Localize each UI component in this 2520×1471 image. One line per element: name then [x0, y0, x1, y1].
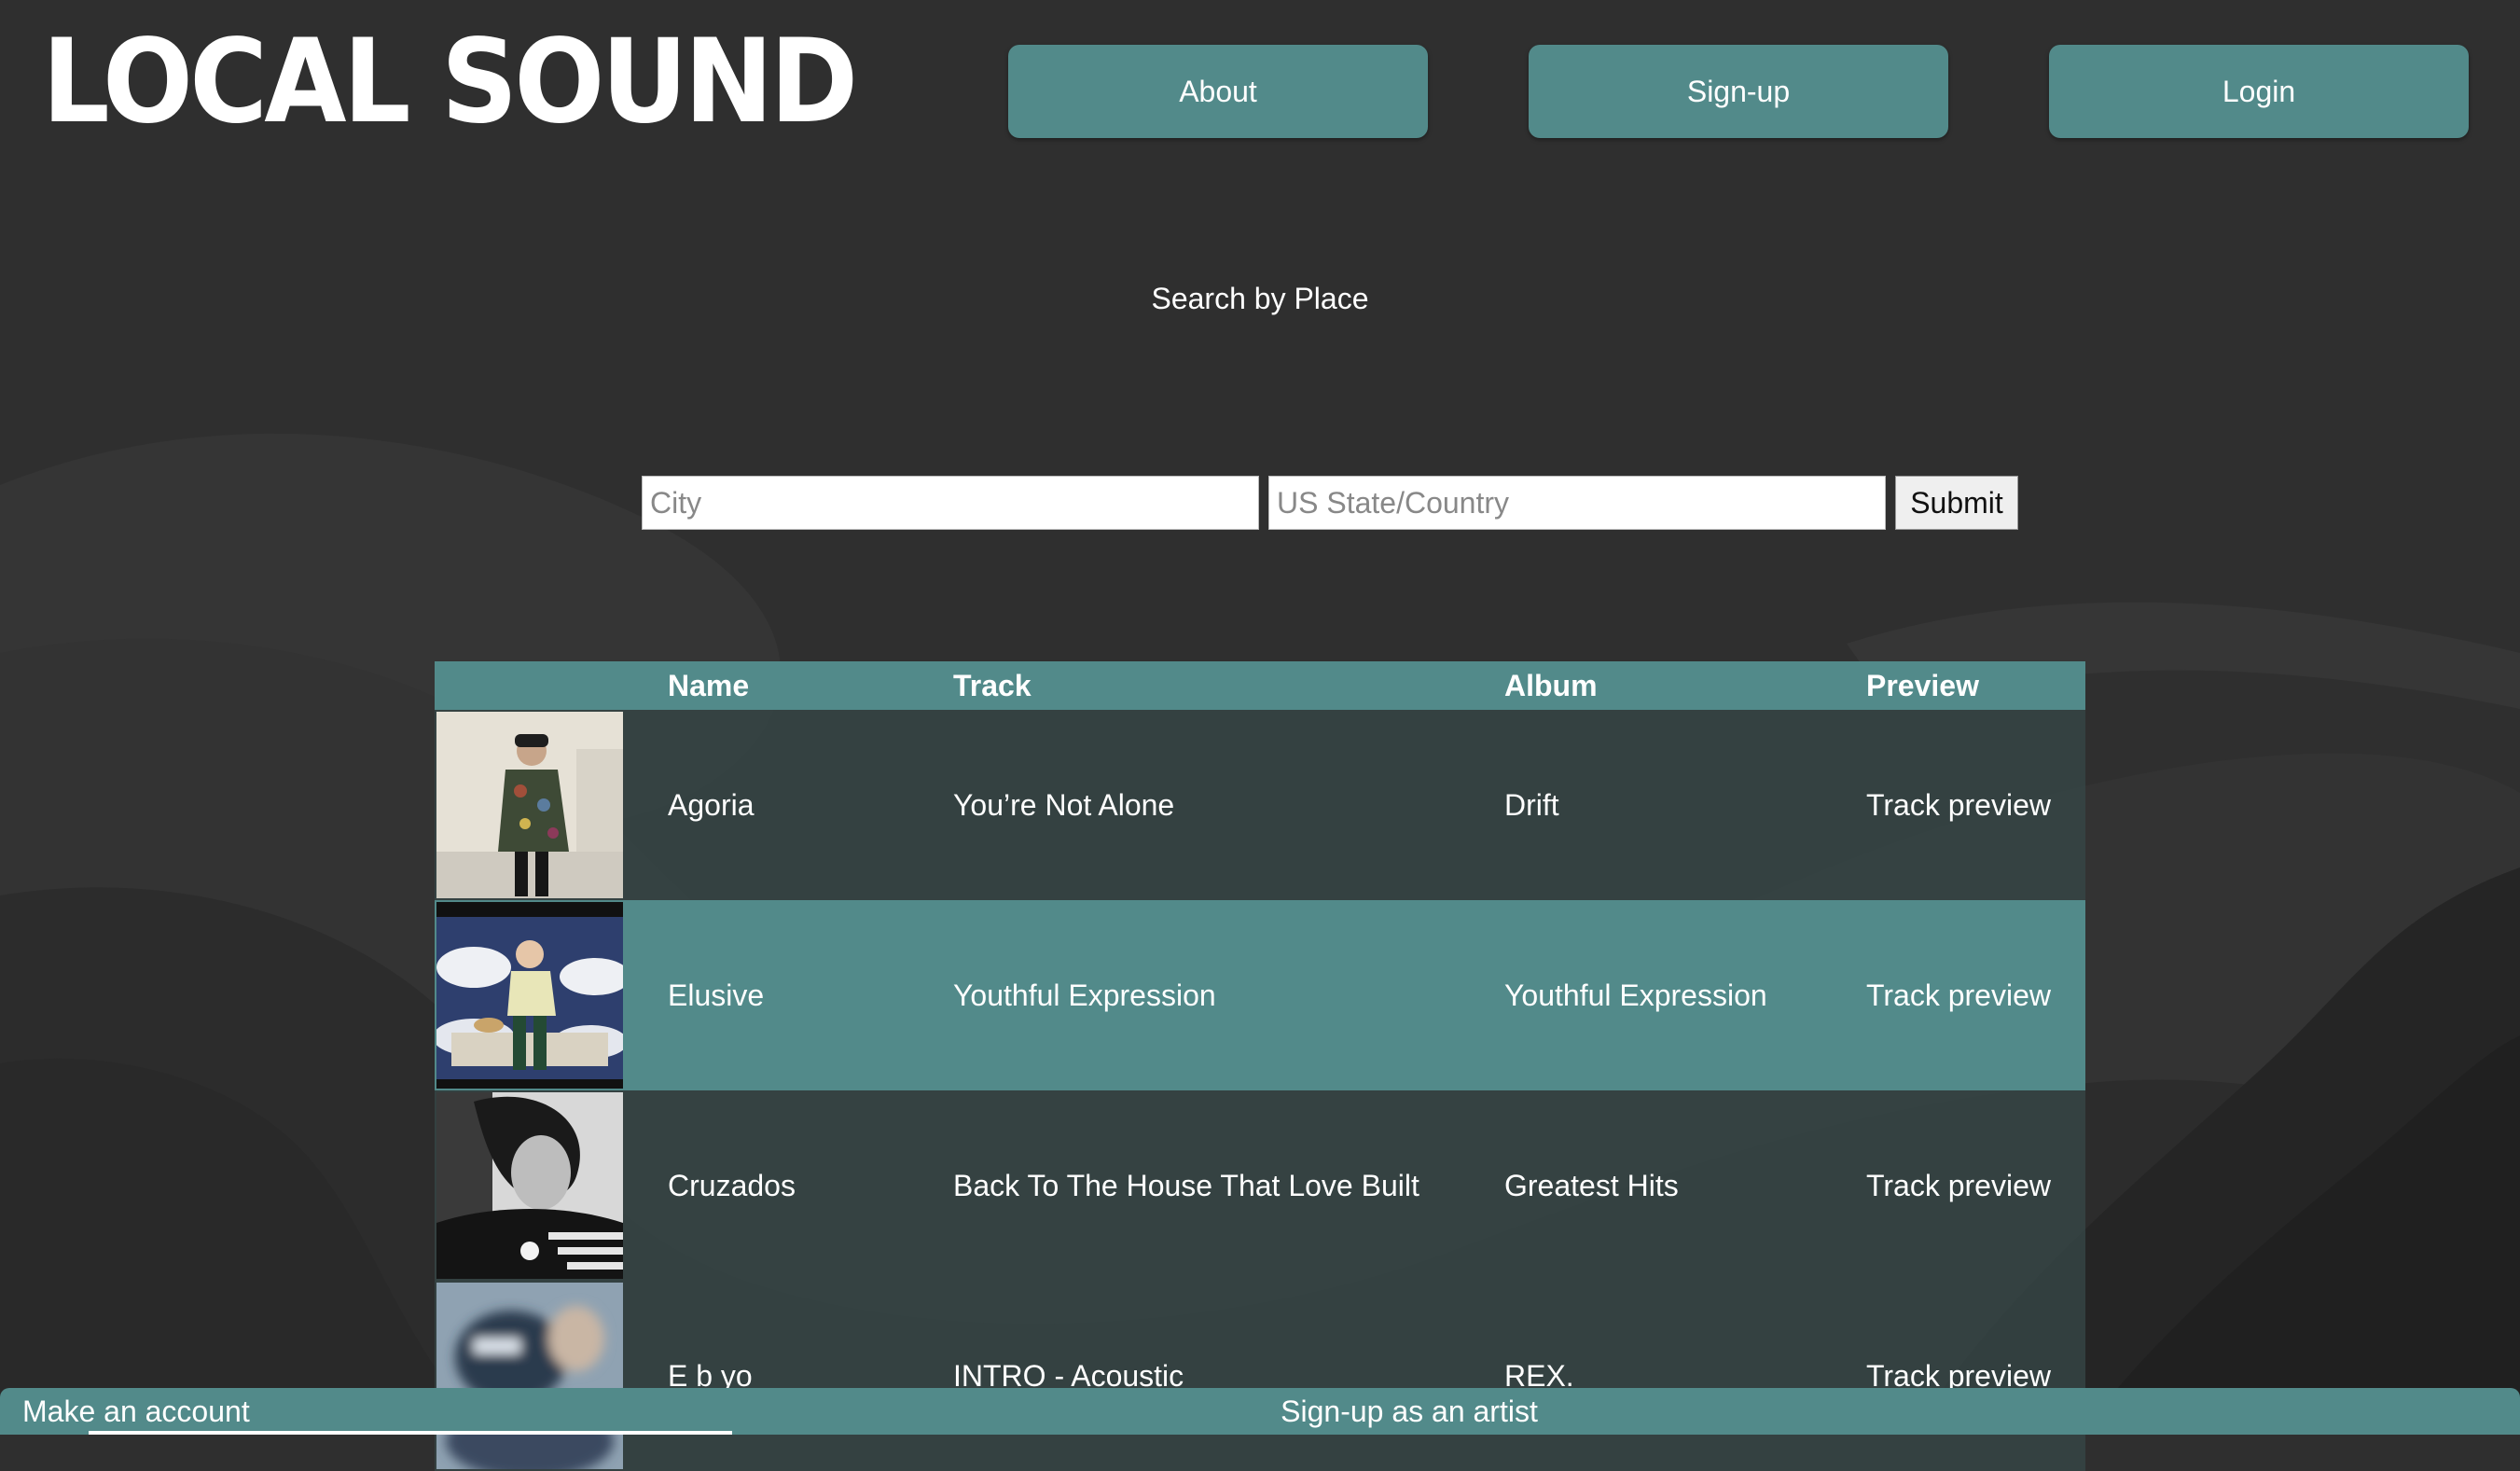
- header-preview: Preview: [1866, 668, 1979, 702]
- track-preview-link[interactable]: Track preview: [1866, 710, 2085, 900]
- artist-photo: [436, 1283, 623, 1469]
- track-preview-link[interactable]: Track preview: [1866, 1281, 2085, 1471]
- artist-name: Agoria: [668, 787, 755, 822]
- artist-photo: [436, 1092, 623, 1279]
- album-name: REX.: [1504, 1358, 1574, 1393]
- table-row: Elusive Youthful Expression Youthful Exp…: [435, 900, 2085, 1090]
- table-row: E b yo INTRO - Acoustic REX. Track previ…: [435, 1281, 2085, 1471]
- album-name: Youthful Expression: [1504, 978, 1767, 1012]
- table-row: Agoria You’re Not Alone Drift Track prev…: [435, 710, 2085, 900]
- logo[interactable]: LOCAL SOUND: [42, 24, 858, 140]
- state-country-input[interactable]: [1268, 476, 1886, 530]
- track-name: You’re Not Alone: [953, 787, 1175, 822]
- album-name: Drift: [1504, 787, 1559, 822]
- submit-button[interactable]: Submit: [1895, 476, 2018, 530]
- header-image: [435, 661, 668, 710]
- artist-photo: [436, 712, 623, 898]
- header-track: Track: [953, 668, 1032, 702]
- artist-thumbnail-cell: [435, 710, 668, 900]
- table-header-row: Name Track Album Preview: [435, 661, 2085, 710]
- artist-thumbnail-cell: [435, 1281, 668, 1471]
- signup-artist-link[interactable]: Sign-up as an artist: [1281, 1395, 1538, 1428]
- search-form: Submit: [642, 476, 2018, 530]
- city-input[interactable]: [642, 476, 1259, 530]
- track-name: Youthful Expression: [953, 978, 1216, 1012]
- about-button[interactable]: About: [1008, 45, 1428, 138]
- track-name: INTRO - Acoustic: [953, 1358, 1184, 1393]
- artist-name: Cruzados: [668, 1168, 796, 1202]
- search-title: Search by Place: [1151, 282, 1369, 315]
- header-album: Album: [1504, 668, 1598, 702]
- footer-bar: Make an account Sign-up as an artist: [0, 1388, 2520, 1435]
- artist-thumbnail-cell: [435, 1090, 668, 1281]
- artist-name: E b yo: [668, 1358, 753, 1393]
- login-button[interactable]: Login: [2049, 45, 2469, 138]
- table-row: Cruzados Back To The House That Love Bui…: [435, 1090, 2085, 1281]
- footer-underline: [89, 1431, 732, 1435]
- track-preview-link[interactable]: Track preview: [1866, 900, 2085, 1090]
- artist-name: Elusive: [668, 978, 765, 1012]
- results-table: Name Track Album Preview Agoria You’re N…: [435, 661, 2085, 1471]
- track-preview-link[interactable]: Track preview: [1866, 1090, 2085, 1281]
- artist-photo: [436, 902, 623, 1089]
- footer-center: Sign-up as an artist: [0, 1388, 2520, 1435]
- album-name: Greatest Hits: [1504, 1168, 1679, 1202]
- track-name: Back To The House That Love Built: [953, 1168, 1419, 1202]
- header-name: Name: [668, 668, 750, 702]
- signup-button[interactable]: Sign-up: [1529, 45, 1948, 138]
- artist-thumbnail-cell: [435, 900, 668, 1090]
